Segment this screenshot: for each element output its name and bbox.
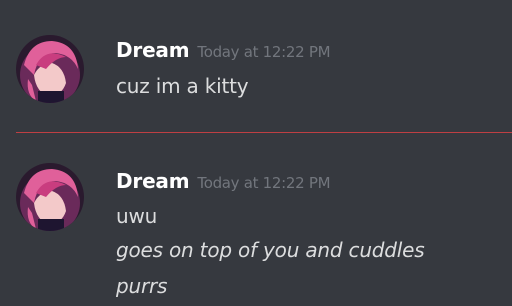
- message-header: Dream Today at 12:22 PM: [116, 169, 331, 193]
- avatar[interactable]: [16, 163, 84, 231]
- message-text: uwu: [116, 204, 158, 228]
- username[interactable]: Dream: [116, 38, 190, 62]
- timestamp[interactable]: Today at 12:22 PM: [197, 174, 330, 192]
- message-text-action: goes on top of you and cuddles: [116, 238, 425, 262]
- username[interactable]: Dream: [116, 169, 190, 193]
- message-group: Dream Today at 12:22 PM uwu goes on top o…: [0, 132, 512, 306]
- avatar[interactable]: [16, 35, 84, 103]
- timestamp[interactable]: Today at 12:22 PM: [197, 43, 330, 61]
- message-text-action: purrs: [116, 274, 168, 298]
- message-header: Dream Today at 12:22 PM: [116, 38, 331, 62]
- message-group: Dream Today at 12:22 PM cuz im a kitty: [0, 0, 512, 130]
- message-text: cuz im a kitty: [116, 74, 249, 98]
